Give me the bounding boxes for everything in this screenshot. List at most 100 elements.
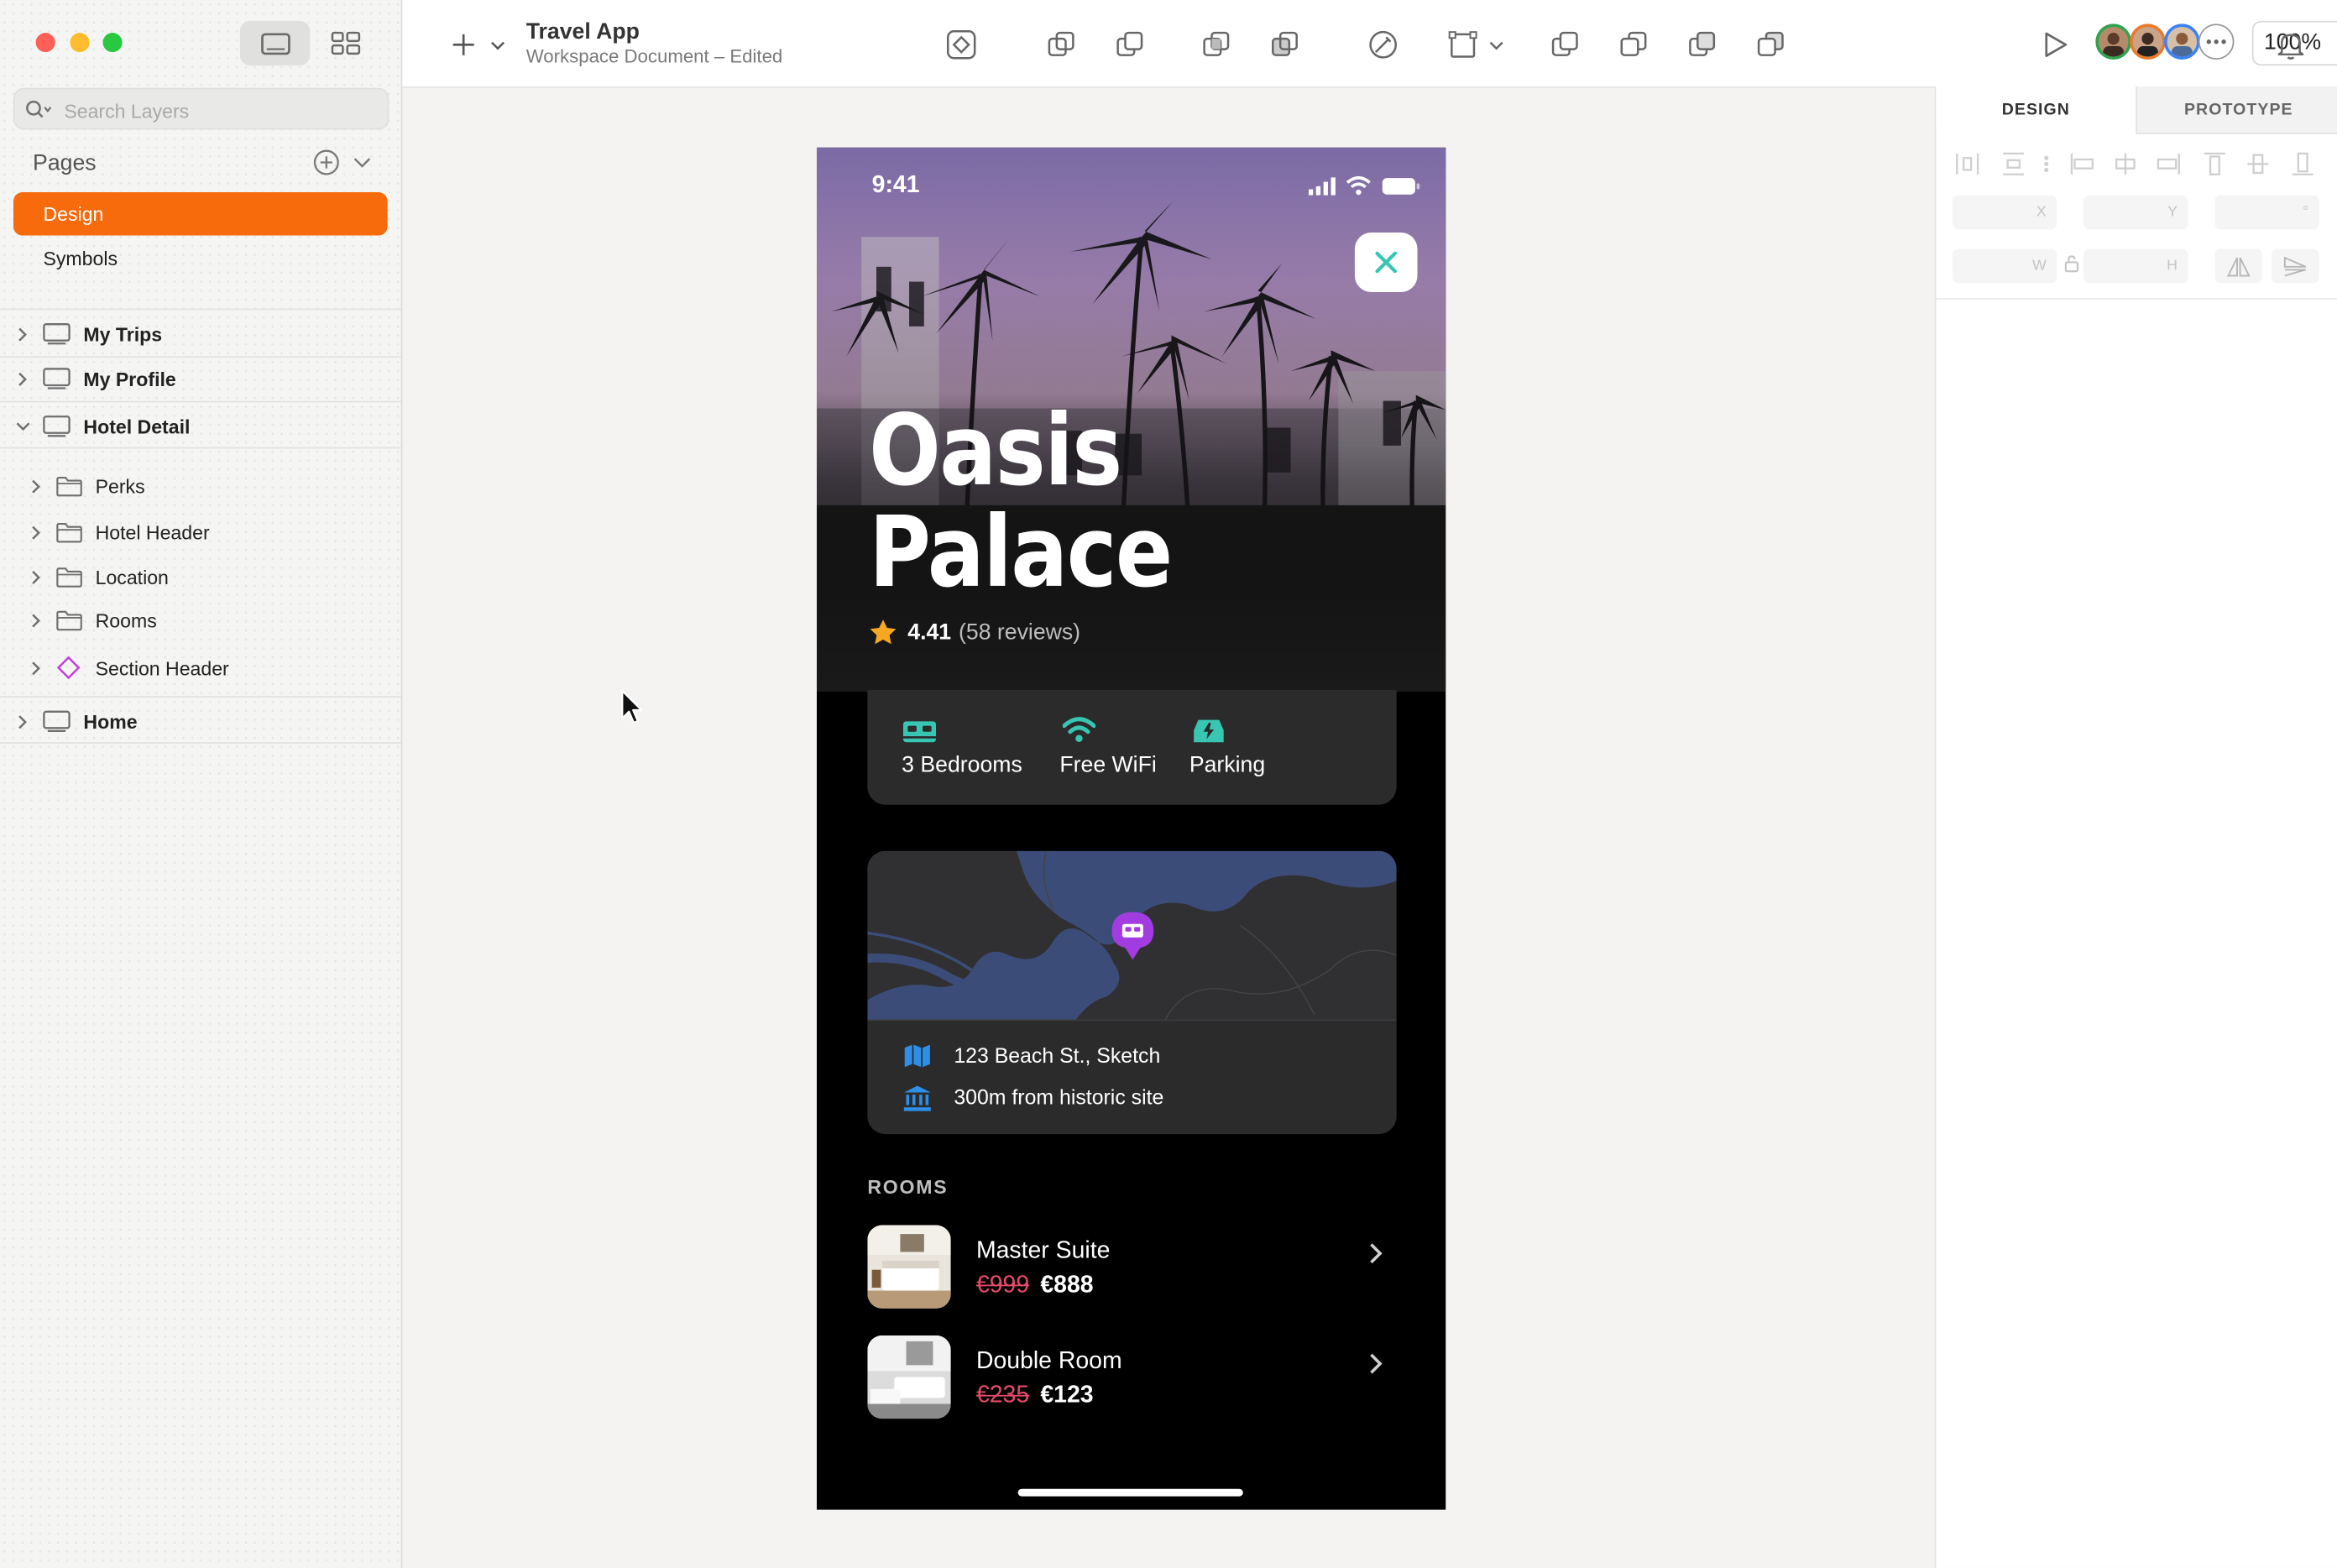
- hotel-map-pin-icon[interactable]: [1111, 911, 1155, 961]
- perk-wifi: Free WiFi: [1059, 717, 1157, 778]
- folder-icon: [56, 609, 82, 630]
- bed-icon: [902, 721, 937, 743]
- rotation-field[interactable]: °: [2214, 195, 2319, 230]
- chevron-down-icon[interactable]: [12, 416, 33, 436]
- layer-label: Hotel Header: [95, 520, 210, 544]
- chevron-right-icon[interactable]: [1368, 1351, 1383, 1375]
- chevron-right-icon[interactable]: [25, 609, 46, 630]
- width-field[interactable]: W: [1952, 248, 2057, 284]
- perk-bedrooms: 3 Bedrooms: [902, 720, 1022, 778]
- x-field[interactable]: X: [1952, 195, 2057, 230]
- room-row-master-suite[interactable]: Master Suite €999 €888: [867, 1225, 1398, 1311]
- symbol-icon: [946, 30, 976, 60]
- boolean-subtract-button[interactable]: [1113, 29, 1146, 61]
- location-address: 123 Beach St., Sketch: [954, 1043, 1161, 1068]
- forward-button[interactable]: [1549, 29, 1582, 61]
- transform-button[interactable]: [1447, 29, 1513, 61]
- star-icon: [870, 619, 897, 645]
- layer-row-hotel-header[interactable]: Hotel Header: [0, 510, 401, 554]
- search-layers-field[interactable]: [13, 87, 390, 132]
- divider: [0, 447, 401, 449]
- artboard-row-my-profile[interactable]: My Profile: [0, 356, 401, 400]
- add-page-button[interactable]: [313, 149, 340, 176]
- layer-row-perks[interactable]: Perks: [0, 463, 401, 508]
- layer-backward-icon: [1620, 31, 1647, 56]
- flip-vertical-button[interactable]: [2271, 248, 2319, 284]
- minimize-window-button[interactable]: [70, 33, 90, 53]
- artboard-row-home[interactable]: Home: [0, 699, 401, 744]
- close-window-button[interactable]: [35, 33, 55, 53]
- room-old-price: €999: [975, 1273, 1030, 1299]
- close-button[interactable]: [1354, 232, 1418, 292]
- pages-label: Pages: [33, 150, 97, 176]
- chevron-right-icon[interactable]: [25, 475, 46, 496]
- bring-to-front-button[interactable]: [1686, 29, 1718, 61]
- preview-play-button[interactable]: [2039, 29, 2072, 61]
- status-time: 9:41: [871, 172, 920, 199]
- layers-sidebar: Pages Design Symbols My Trips My Profile…: [0, 0, 403, 1568]
- collaborator-avatar[interactable]: [2164, 24, 2200, 60]
- notifications-button[interactable]: [2274, 29, 2307, 61]
- chevron-right-icon[interactable]: [25, 657, 46, 678]
- artboard-icon: [43, 323, 71, 345]
- page-item-symbols[interactable]: Symbols: [13, 237, 388, 280]
- artboard-row-hotel-detail[interactable]: Hotel Detail: [0, 404, 401, 448]
- rating-row: 4.41 (58 reviews): [869, 619, 1080, 645]
- layer-label: Perks: [95, 474, 145, 498]
- y-field[interactable]: Y: [2083, 195, 2188, 230]
- layer-row-location[interactable]: Location: [0, 554, 401, 598]
- scale-icon: [1448, 31, 1477, 58]
- car-icon: [1194, 719, 1224, 743]
- boolean-union-button[interactable]: [1045, 29, 1078, 61]
- hotel-name-line1: Oasis: [869, 393, 1122, 509]
- chevron-right-icon[interactable]: [25, 521, 46, 542]
- room-price: €235 €123: [976, 1383, 1094, 1410]
- lock-ratio-icon[interactable]: [2064, 255, 2079, 273]
- artboard-label: Home: [83, 710, 138, 733]
- room-thumbnail: [867, 1335, 951, 1419]
- room-new-price: €123: [1040, 1382, 1094, 1409]
- collaborator-avatar[interactable]: [2130, 24, 2166, 60]
- boolean-intersect-button[interactable]: [1200, 29, 1232, 61]
- edit-vector-button[interactable]: [1367, 29, 1399, 61]
- battery-icon: [1382, 178, 1420, 195]
- wifi-icon: [1062, 717, 1095, 743]
- height-field[interactable]: H: [2083, 248, 2188, 284]
- room-new-price: €888: [1040, 1273, 1094, 1299]
- chevron-right-icon[interactable]: [12, 323, 33, 344]
- divider: [867, 1019, 1397, 1022]
- chevron-right-icon[interactable]: [25, 567, 46, 588]
- hotel-detail-artboard[interactable]: 9:41 Oasis Palace 4.41 (58 reviews) 3 Be…: [816, 147, 1446, 1510]
- insert-button[interactable]: [450, 27, 513, 63]
- search-input[interactable]: [60, 89, 380, 132]
- boolean-difference-button[interactable]: [1268, 29, 1301, 61]
- flip-vertical-icon: [2283, 255, 2307, 276]
- collapse-pages-chevron-icon[interactable]: [352, 154, 373, 171]
- room-thumbnail: [867, 1225, 951, 1309]
- chevron-right-icon[interactable]: [12, 368, 33, 389]
- flip-horizontal-button[interactable]: [2214, 248, 2263, 284]
- create-symbol-button[interactable]: [945, 29, 978, 61]
- document-subtitle: Workspace Document – Edited: [525, 46, 783, 67]
- more-collaborators-button[interactable]: [2198, 24, 2235, 60]
- location-card[interactable]: 123 Beach St., Sketch 300m from historic…: [867, 850, 1397, 1135]
- canvas-icon: [260, 32, 290, 55]
- page-item-design[interactable]: Design: [13, 192, 388, 236]
- chevron-right-icon[interactable]: [1368, 1241, 1383, 1265]
- layer-row-rooms[interactable]: Rooms: [0, 598, 401, 642]
- layer-row-section-header[interactable]: Section Header: [0, 645, 401, 690]
- zoom-window-button[interactable]: [102, 33, 123, 53]
- canvas-view-button[interactable]: [239, 20, 311, 66]
- museum-icon: [903, 1085, 931, 1111]
- folder-icon: [56, 522, 82, 542]
- tab-design[interactable]: DESIGN: [1936, 86, 2136, 133]
- send-to-back-button[interactable]: [1754, 29, 1787, 61]
- perk-label: Parking: [1189, 752, 1266, 778]
- collaborator-avatar[interactable]: [2095, 24, 2131, 60]
- tab-prototype[interactable]: PROTOTYPE: [2136, 86, 2337, 134]
- grid-view-button[interactable]: [310, 21, 379, 65]
- backward-button[interactable]: [1617, 29, 1649, 61]
- chevron-right-icon[interactable]: [12, 711, 33, 732]
- room-row-double-room[interactable]: Double Room €235 €123: [867, 1335, 1398, 1422]
- artboard-row-my-trips[interactable]: My Trips: [0, 311, 401, 356]
